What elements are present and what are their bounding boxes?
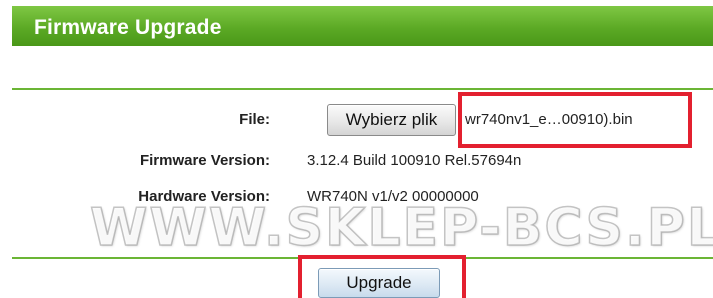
bottom-divider [12, 257, 713, 259]
page-header: Firmware Upgrade [12, 6, 713, 46]
firmware-upgrade-page: Firmware Upgrade File: Wybierz plik wr74… [0, 0, 713, 298]
hardware-version-label: Hardware Version: [138, 188, 270, 205]
top-divider [12, 88, 713, 90]
file-label: File: [239, 111, 270, 128]
selected-file-name: wr740nv1_e…00910).bin [465, 111, 633, 128]
upgrade-button[interactable]: Upgrade [318, 268, 440, 298]
choose-file-button[interactable]: Wybierz plik [327, 104, 456, 136]
site-watermark: WWW.SKLEP-BCS.PL [89, 197, 713, 259]
page-title: Firmware Upgrade [34, 16, 222, 39]
firmware-version-value: 3.12.4 Build 100910 Rel.57694n [307, 152, 522, 169]
hardware-version-value: WR740N v1/v2 00000000 [307, 188, 479, 205]
firmware-version-label: Firmware Version: [139, 152, 270, 169]
